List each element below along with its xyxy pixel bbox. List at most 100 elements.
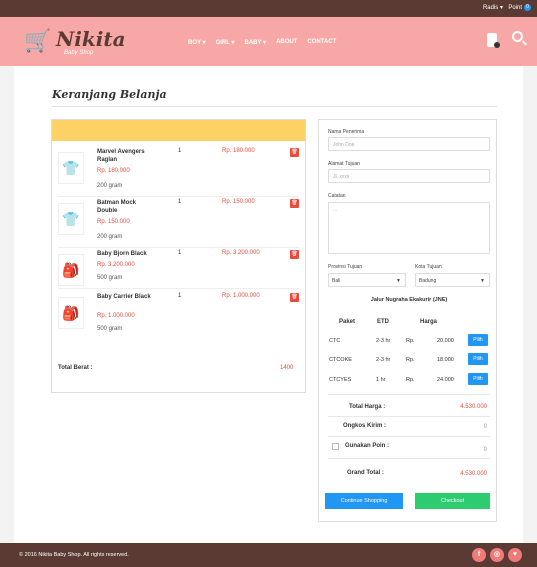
cart-item: 🎒 Baby Carrier Black Rp. 1.000.000 500 g… <box>52 293 305 341</box>
recipient-input[interactable]: John Doe <box>328 137 490 151</box>
facebook-icon[interactable]: f <box>472 548 486 562</box>
checkout-button[interactable]: Checkout <box>415 493 490 509</box>
search-icon[interactable] <box>512 31 523 42</box>
product-qty: 1 <box>178 250 182 256</box>
product-price: Rp. 180.000 <box>97 168 130 174</box>
delete-icon[interactable]: 🗑 <box>290 199 299 208</box>
service-paket: CTCOKE <box>329 357 352 363</box>
divider <box>328 394 490 395</box>
total-weight-value: 1400 <box>280 365 294 371</box>
nav-contact[interactable]: CONTACT <box>307 39 336 46</box>
cart-item: 👕 Marvel Avengers Raglan Rp. 180.000 200… <box>52 148 305 196</box>
shipping-label: Ongkos Kirim : <box>343 423 387 429</box>
product-subtotal: Rp. 150.000 <box>222 199 255 205</box>
product-qty: 1 <box>178 148 182 154</box>
product-weight: 200 gram <box>97 183 123 189</box>
use-points-checkbox[interactable] <box>332 443 339 450</box>
top-bar: Radis ▾ Point 0 <box>0 0 537 17</box>
product-subtotal: Rp. 180.000 <box>222 148 255 154</box>
shipping-value: 0 <box>483 424 487 430</box>
divider <box>58 196 299 197</box>
service-table-header: Paket ETD Harga <box>319 319 496 331</box>
chevron-down-icon: ▼ <box>480 278 485 284</box>
service-etd: 2-3 hr <box>376 338 391 344</box>
page-title: Keranjang Belanja <box>52 88 167 101</box>
nav-baby[interactable]: BABY ▾ <box>244 39 266 46</box>
delete-icon[interactable]: 🗑 <box>290 293 299 302</box>
divider <box>58 288 299 289</box>
product-name[interactable]: Baby Bjorn Black <box>97 250 157 258</box>
site-header: 🛒 Nikita Baby Shop BOY ▾ GIRL ▾ BABY ▾ A… <box>0 17 537 66</box>
service-paket: CTCYES <box>329 377 352 383</box>
chevron-down-icon: ▼ <box>396 278 401 284</box>
recipient-label: Nama Penerima <box>328 129 365 135</box>
product-weight: 200 gram <box>97 234 123 240</box>
province-label: Provinsi Tujuan <box>328 264 363 270</box>
continue-shopping-button[interactable]: Continue Shopping <box>325 493 403 509</box>
city-select[interactable]: Badung ▼ <box>415 273 490 287</box>
select-service-button[interactable]: Pilih <box>468 334 488 346</box>
site-footer: © 2016 Nikita Baby Shop. All rights rese… <box>0 543 537 567</box>
divider <box>328 436 490 437</box>
product-price: Rp. 150.000 <box>97 219 130 225</box>
logo-brand: Nikita <box>56 27 126 51</box>
cart-header-bar <box>52 120 305 141</box>
nav-boy[interactable]: BOY ▾ <box>188 39 206 46</box>
product-name[interactable]: Batman Mock Double <box>97 199 157 215</box>
col-etd: ETD <box>377 319 389 325</box>
nav-about[interactable]: ABOUT <box>276 39 297 46</box>
service-row: CTC 2-3 hr Rp. 20.000 Pilih <box>319 334 496 349</box>
product-weight: 500 gram <box>97 326 123 332</box>
product-thumbnail[interactable]: 🎒 <box>58 254 84 286</box>
select-service-button[interactable]: Pilih <box>468 373 488 385</box>
product-subtotal: Rp. 3.200.000 <box>222 250 260 256</box>
total-price-label: Total Harga : <box>349 404 386 410</box>
twitter-icon[interactable]: ♥ <box>508 548 522 562</box>
user-menu[interactable]: Radis ▾ <box>483 4 503 11</box>
delete-icon[interactable]: 🗑 <box>290 250 299 259</box>
service-price: 18.000 <box>437 357 454 363</box>
cart-item: 🎒 Baby Bjorn Black Rp. 3.200.000 500 gra… <box>52 250 305 292</box>
copyright-text: © 2016 Nikita Baby Shop. All rights rese… <box>19 552 129 558</box>
product-thumbnail[interactable]: 🎒 <box>58 297 84 329</box>
logo-tagline: Baby Shop <box>64 50 94 56</box>
select-service-button[interactable]: Pilih <box>468 353 488 365</box>
cart-item: 👕 Batman Mock Double Rp. 150.000 200 gra… <box>52 199 305 247</box>
total-price-value: 4.530.000 <box>460 404 487 410</box>
service-currency: Rp. <box>406 377 415 383</box>
service-currency: Rp. <box>406 338 415 344</box>
grand-total-value: 4.530.000 <box>460 471 487 477</box>
stroller-icon: 🛒 <box>24 28 52 53</box>
product-weight: 500 gram <box>97 275 123 281</box>
col-paket: Paket <box>339 319 356 325</box>
divider <box>58 247 299 248</box>
product-name[interactable]: Baby Carrier Black <box>97 293 157 301</box>
divider <box>328 416 490 417</box>
service-price: 24.000 <box>437 377 454 383</box>
address-input[interactable]: Jl. xxxx <box>328 169 490 183</box>
product-thumbnail[interactable]: 👕 <box>58 152 84 184</box>
product-qty: 1 <box>178 199 182 205</box>
divider <box>328 458 490 459</box>
cart-panel: 👕 Marvel Avengers Raglan Rp. 180.000 200… <box>51 119 306 393</box>
product-name[interactable]: Marvel Avengers Raglan <box>97 148 157 164</box>
notes-textarea[interactable]: ... <box>328 202 490 254</box>
service-row: CTCOKE 2-3 hr Rp. 18.000 Pilih <box>319 353 496 368</box>
nav-girl[interactable]: GIRL ▾ <box>216 39 235 46</box>
address-label: Alamat Tujuan <box>328 161 360 167</box>
province-select[interactable]: Bali ▼ <box>328 273 406 287</box>
use-points-label: Gunakan Poin : <box>345 443 390 449</box>
service-price: 20.000 <box>437 338 454 344</box>
city-label: Kota Tujuan <box>415 264 442 270</box>
service-row: CTCYES 1 hr Rp. 24.000 Pilih <box>319 373 496 388</box>
product-qty: 1 <box>178 293 182 299</box>
instagram-icon[interactable]: ◎ <box>490 548 504 562</box>
title-divider <box>52 106 497 107</box>
site-logo[interactable]: 🛒 Nikita Baby Shop <box>24 24 126 60</box>
delete-icon[interactable]: 🗑 <box>290 148 299 157</box>
product-thumbnail[interactable]: 👕 <box>58 203 84 235</box>
courier-name: Jalur Nugraha Ekakurir (JNE) <box>370 297 448 303</box>
notes-label: Catatan <box>328 193 346 199</box>
point-indicator[interactable]: Point 0 <box>508 4 531 11</box>
product-price: Rp. 1.000.000 <box>97 313 135 319</box>
